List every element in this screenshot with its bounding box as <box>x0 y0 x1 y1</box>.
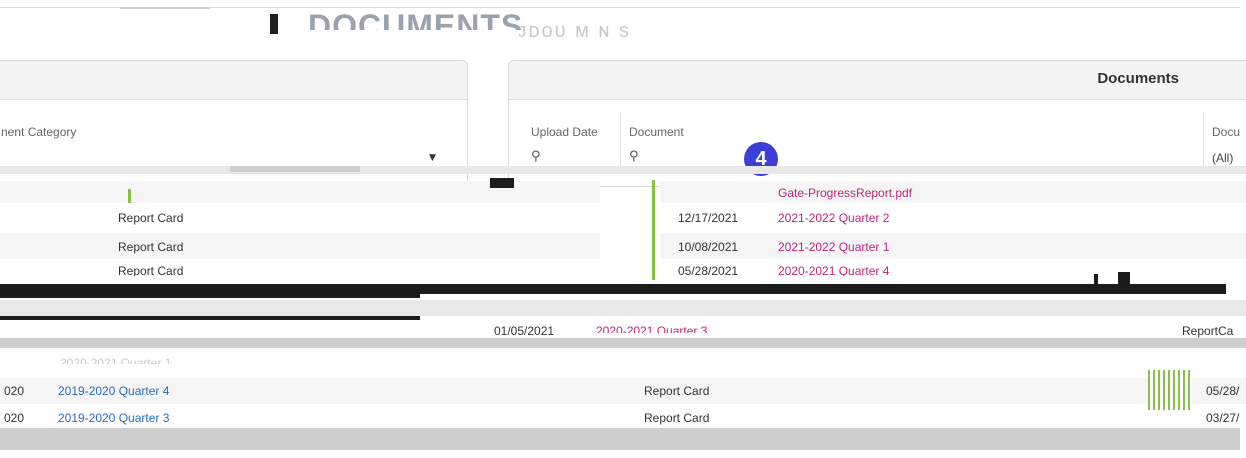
panel-title: Documents <box>1097 70 1179 87</box>
glitch-band <box>230 166 360 172</box>
left-panel-header <box>0 61 467 100</box>
glitch-band <box>0 316 420 320</box>
table-row[interactable] <box>660 205 1246 231</box>
category-cell: Report Card <box>118 240 184 254</box>
table-row[interactable] <box>0 404 1246 430</box>
chevron-down-icon[interactable]: ▼ <box>429 153 436 163</box>
category-cell: ReportCa <box>1182 324 1234 338</box>
year-cell: 020 <box>4 411 25 425</box>
page-title-ghost: ᴊᴅᴏᴜ ᴍ ɴ ѕ <box>518 20 632 42</box>
upload-date-cell: 12/17/2021 <box>678 211 739 225</box>
column-divider <box>1203 113 1204 169</box>
document-link[interactable]: Gate-ProgressReport.pdf <box>778 186 912 200</box>
glitch-band <box>0 300 1246 316</box>
glitch-band <box>490 178 514 188</box>
category-column-header[interactable]: nent Category <box>1 125 76 139</box>
row-indicator <box>128 189 131 203</box>
top-divider-accent <box>120 7 210 9</box>
table-row[interactable] <box>660 262 1246 282</box>
glitch-band <box>1148 370 1192 410</box>
glitch-band <box>0 428 1240 450</box>
upload-date-cell: 10/08/2021 <box>678 240 739 254</box>
document-link[interactable]: 2021-2022 Quarter 2 <box>778 211 889 225</box>
document-icon <box>270 14 278 34</box>
year-cell: 020 <box>4 384 25 398</box>
document-link[interactable]: 2021-2022 Quarter 1 <box>778 240 889 254</box>
search-icon[interactable]: ⚲ <box>531 149 541 164</box>
document-link[interactable]: 2020-2021 Quarter 3 <box>596 324 707 333</box>
upload-date-cell: 05/28/2021 <box>678 264 739 276</box>
upload-date-column-header[interactable]: Upload Date <box>531 125 598 139</box>
upload-date-cell: 03/27/ <box>1206 411 1240 425</box>
table-row[interactable] <box>0 205 600 231</box>
glitch-band <box>0 338 1246 348</box>
category-cell: Report Card <box>644 411 710 425</box>
table-row[interactable] <box>660 233 1246 259</box>
table-row[interactable] <box>0 378 1246 404</box>
column-divider <box>620 113 621 169</box>
glitch-band <box>0 166 1246 174</box>
right-panel-header: Documents <box>509 61 1246 100</box>
table-row[interactable] <box>660 181 1246 203</box>
page-title: DOCUMENTS <box>308 8 524 30</box>
doc-category-column-header[interactable]: Docu <box>1212 125 1240 139</box>
doc-category-filter[interactable]: (All) <box>1212 151 1233 165</box>
document-link[interactable]: 2019-2020 Quarter 4 <box>58 384 169 398</box>
category-cell: Report Card <box>118 264 184 276</box>
document-link[interactable]: 2020-2021 Quarter 4 <box>778 264 889 276</box>
glitch-band <box>0 284 1226 294</box>
document-column-header[interactable]: Document <box>629 125 684 139</box>
category-cell: Report Card <box>644 384 710 398</box>
category-cell: Report Card <box>118 211 184 225</box>
row-indicator <box>652 180 655 280</box>
search-icon[interactable]: ⚲ <box>629 149 639 164</box>
table-row[interactable] <box>0 233 600 259</box>
document-ghost: 2020-2021 Quarter 1 <box>60 356 172 364</box>
glitch-band <box>0 294 420 298</box>
table-row[interactable] <box>0 262 600 282</box>
upload-date-cell: 01/05/2021 <box>494 324 555 338</box>
upload-date-cell: 05/28/ <box>1206 384 1240 398</box>
document-link[interactable]: 2019-2020 Quarter 3 <box>58 411 169 425</box>
glitch-band <box>1094 274 1098 290</box>
glitch-band <box>1118 272 1130 292</box>
